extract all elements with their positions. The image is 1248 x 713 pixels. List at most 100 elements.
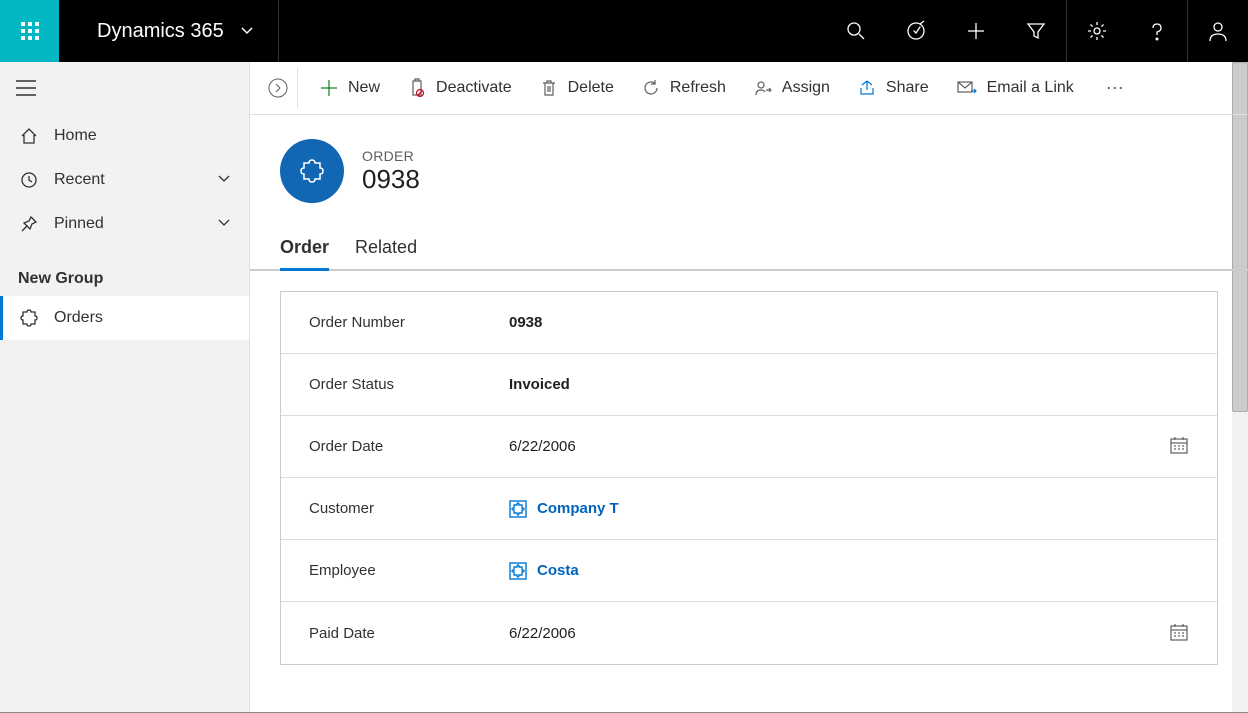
top-icons <box>826 0 1248 62</box>
value-employee[interactable]: Costa <box>509 562 579 580</box>
deactivate-icon <box>408 79 426 97</box>
cmd-assign-label: Assign <box>782 79 830 97</box>
home-icon <box>18 127 40 145</box>
value-customer[interactable]: Company T <box>509 500 619 518</box>
label-paid-date: Paid Date <box>309 625 509 642</box>
pin-icon <box>18 215 40 233</box>
nav-group-label: New Group <box>0 246 249 296</box>
cmd-share-label: Share <box>886 79 929 97</box>
add-button[interactable] <box>946 0 1006 62</box>
field-order-date[interactable]: Order Date 6/22/2006 <box>281 416 1217 478</box>
filter-icon <box>1026 21 1046 41</box>
field-customer[interactable]: Customer Company T <box>281 478 1217 540</box>
settings-button[interactable] <box>1067 0 1127 62</box>
nav-home[interactable]: Home <box>0 114 249 158</box>
nav-pinned-label: Pinned <box>54 215 104 233</box>
nav-pinned[interactable]: Pinned <box>0 202 249 246</box>
shell: Home Recent Pinned New Group Orders New <box>0 62 1248 713</box>
field-order-status[interactable]: Order Status Invoiced <box>281 354 1217 416</box>
nav-orders[interactable]: Orders <box>0 296 249 340</box>
label-order-date: Order Date <box>309 438 509 455</box>
value-customer-text: Company T <box>537 500 619 517</box>
chevron-down-icon <box>240 20 254 43</box>
calendar-icon <box>1169 435 1189 455</box>
lookup-icon <box>509 500 527 518</box>
puzzle-icon <box>299 158 325 184</box>
task-icon <box>906 21 926 41</box>
hamburger-icon <box>16 80 36 96</box>
field-employee[interactable]: Employee Costa <box>281 540 1217 602</box>
main: New Deactivate Delete Refresh Assign Sha… <box>250 62 1248 712</box>
record-icon <box>280 139 344 203</box>
record-title: 0938 <box>362 164 420 195</box>
value-order-date: 6/22/2006 <box>509 438 576 455</box>
cmd-share[interactable]: Share <box>844 68 943 108</box>
value-order-status: Invoiced <box>509 376 570 393</box>
top-bar: Dynamics 365 <box>0 0 1248 62</box>
help-button[interactable] <box>1127 0 1187 62</box>
task-button[interactable] <box>886 0 946 62</box>
nav-orders-label: Orders <box>54 309 103 327</box>
brand[interactable]: Dynamics 365 <box>59 0 279 62</box>
tab-related[interactable]: Related <box>355 229 417 269</box>
search-icon <box>846 21 866 41</box>
tabs: Order Related <box>250 229 1248 271</box>
mail-icon <box>957 79 977 97</box>
clock-icon <box>18 171 40 189</box>
record-type: ORDER <box>362 148 420 164</box>
tab-order-label: Order <box>280 237 329 257</box>
hamburger-button[interactable] <box>0 62 52 114</box>
cmd-new-label: New <box>348 79 380 97</box>
trash-icon <box>540 79 558 97</box>
command-bar: New Deactivate Delete Refresh Assign Sha… <box>250 62 1248 115</box>
filter-button[interactable] <box>1006 0 1066 62</box>
field-paid-date[interactable]: Paid Date 6/22/2006 <box>281 602 1217 664</box>
brand-label: Dynamics 365 <box>97 20 224 43</box>
app-launcher-button[interactable] <box>0 0 59 62</box>
search-button[interactable] <box>826 0 886 62</box>
chevron-down-icon <box>217 215 231 234</box>
tab-related-label: Related <box>355 237 417 257</box>
datepicker-button[interactable] <box>1169 435 1189 458</box>
cmd-assign[interactable]: Assign <box>740 68 844 108</box>
cmd-email-label: Email a Link <box>987 79 1074 97</box>
sidebar: Home Recent Pinned New Group Orders <box>0 62 250 712</box>
value-employee-text: Costa <box>537 562 579 579</box>
nav-recent[interactable]: Recent <box>0 158 249 202</box>
gear-icon <box>1087 21 1107 41</box>
nav-home-label: Home <box>54 127 97 145</box>
plus-icon <box>320 79 338 97</box>
record-header: ORDER 0938 <box>250 115 1248 213</box>
plus-icon <box>966 21 986 41</box>
label-customer: Customer <box>309 500 509 517</box>
datepicker-button[interactable] <box>1169 622 1189 645</box>
cmd-email[interactable]: Email a Link <box>943 68 1088 108</box>
waffle-icon <box>21 22 39 40</box>
cmd-delete-label: Delete <box>568 79 614 97</box>
refresh-icon <box>642 79 660 97</box>
chevron-down-icon <box>217 171 231 190</box>
nav-recent-label: Recent <box>54 171 105 189</box>
cmd-overflow[interactable]: ⋯ <box>1088 78 1144 99</box>
calendar-icon <box>1169 622 1189 642</box>
label-employee: Employee <box>309 562 509 579</box>
tab-order[interactable]: Order <box>280 229 329 271</box>
cmd-delete[interactable]: Delete <box>526 68 628 108</box>
label-order-status: Order Status <box>309 376 509 393</box>
user-icon <box>1207 20 1229 42</box>
cmd-refresh-label: Refresh <box>670 79 726 97</box>
form-panel: Order Number 0938 Order Status Invoiced … <box>280 291 1218 665</box>
field-order-number[interactable]: Order Number 0938 <box>281 292 1217 354</box>
cmd-deactivate-label: Deactivate <box>436 79 512 97</box>
user-button[interactable] <box>1188 0 1248 62</box>
chevron-circle-icon <box>267 77 289 99</box>
help-icon <box>1147 21 1167 41</box>
cmd-toggle[interactable] <box>258 68 298 108</box>
cmd-refresh[interactable]: Refresh <box>628 68 740 108</box>
assign-icon <box>754 79 772 97</box>
value-order-number: 0938 <box>509 314 542 331</box>
cmd-new[interactable]: New <box>306 68 394 108</box>
cmd-deactivate[interactable]: Deactivate <box>394 68 526 108</box>
value-paid-date: 6/22/2006 <box>509 625 576 642</box>
puzzle-icon <box>18 309 40 327</box>
